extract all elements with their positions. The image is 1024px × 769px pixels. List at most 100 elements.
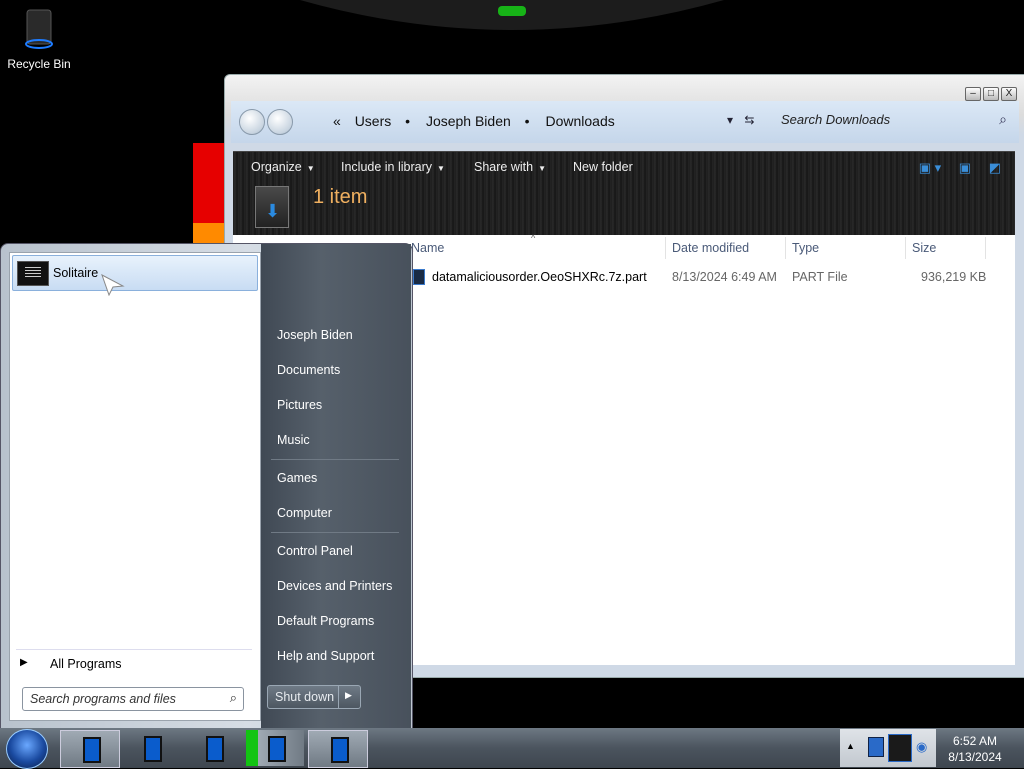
breadcrumb-separator: • [405,113,411,129]
taskbar-button[interactable] [60,730,120,768]
start-item-user[interactable]: Joseph Biden [277,328,353,342]
file-type: PART File [792,270,848,284]
recycle-bin-label: Recycle Bin [7,57,71,71]
pinned-program-solitaire[interactable]: Solitaire [12,255,258,296]
app-icon [206,736,224,762]
downloads-folder-icon: ⬇ [255,186,289,228]
help-icon[interactable]: ◩ [989,160,1001,175]
new-folder-button[interactable]: New folder [573,160,633,174]
app-icon [144,736,162,762]
share-with-menu[interactable]: Share with ▼ [474,160,546,174]
search-placeholder: Search Downloads [781,112,891,127]
back-button[interactable] [239,109,265,135]
history-dropdown-icon[interactable]: ▾ [727,113,733,127]
recycle-bin-shortcut[interactable]: Recycle Bin [4,6,74,71]
minimize-button[interactable]: – [965,87,981,101]
column-header-size[interactable]: Size [912,241,936,255]
file-icon [413,269,425,285]
all-programs-label: All Programs [50,657,122,671]
search-input[interactable]: Search Downloads ⌕ [779,109,1009,131]
divider [271,532,399,533]
column-divider[interactable] [905,237,906,259]
search-icon[interactable]: ⌕ [230,690,237,706]
share-with-label: Share with [474,160,534,174]
address-controls: ▾ ⇆ [727,113,754,127]
taskbar-button[interactable] [308,730,368,768]
file-date-modified: 8/13/2024 6:49 AM [672,270,777,284]
start-search-placeholder: Search programs and files [30,692,176,706]
start-item-help-and-support[interactable]: Help and Support [277,649,374,663]
app-icon [268,736,286,762]
chevron-down-icon: ▼ [306,164,315,173]
clock-time: 6:52 AM [952,734,998,748]
pinned-program-label: Solitaire [53,266,99,280]
start-item-default-programs[interactable]: Default Programs [277,614,374,628]
column-divider[interactable] [985,237,986,259]
taskbar-button[interactable] [184,730,242,766]
preview-pane-icon[interactable]: ▣ [959,160,971,175]
breadcrumb[interactable]: « Users • Joseph Biden • Downloads [333,113,625,129]
mouse-cursor-icon [101,274,125,296]
chevron-down-icon: ▼ [538,164,546,173]
arrow-right-icon: ▶ [20,657,28,668]
action-center-icon[interactable] [868,737,884,757]
start-item-devices-and-printers[interactable]: Devices and Printers [277,579,392,593]
clock[interactable]: 6:52 AM 8/13/2024 [940,733,1010,765]
tray-app-icon[interactable] [888,734,912,762]
start-button[interactable] [6,729,48,769]
start-menu-programs-pane: Solitaire ▶ All Programs Search programs… [9,252,261,721]
column-header-name[interactable]: Name [411,241,444,255]
command-bar: Organize ▼ Include in library ▼ Share with… [233,151,1015,236]
maximize-button[interactable]: □ [983,87,999,101]
column-header-type[interactable]: Type [792,241,819,255]
app-icon [83,737,101,763]
breadcrumb-users[interactable]: Users [355,113,392,129]
organize-menu[interactable]: Organize ▼ [251,160,315,174]
window-controls: – □ X [963,85,1017,101]
start-search-input[interactable]: Search programs and files ⌕ [22,687,244,711]
taskbar-button[interactable] [246,730,304,766]
start-menu: Solitaire ▶ All Programs Search programs… [0,243,413,730]
include-in-library-menu[interactable]: Include in library ▼ [341,160,445,174]
chevron-down-icon: ▼ [437,164,445,173]
start-item-games[interactable]: Games [277,471,317,485]
view-controls: ▣ ▾ ▣ ◩ [905,160,1001,176]
app-icon [331,737,349,763]
recycle-bin-icon [25,9,53,49]
breadcrumb-overflow[interactable]: « [333,113,341,129]
start-item-pictures[interactable]: Pictures [277,398,322,412]
start-item-music[interactable]: Music [277,433,310,447]
show-hidden-icons-icon[interactable]: ▲ [846,741,855,751]
shutdown-button[interactable]: Shut down ▶ [267,685,361,709]
file-size: 936,219 KB [921,270,987,284]
breadcrumb-separator: • [524,113,530,129]
start-item-documents[interactable]: Documents [277,363,340,377]
start-item-computer[interactable]: Computer [277,506,332,520]
divider [338,686,339,708]
divider [16,649,252,650]
all-programs-button[interactable]: ▶ All Programs [12,651,256,675]
column-divider[interactable] [665,237,666,259]
system-tray: ▲ ◉ [840,729,936,767]
address-bar: « Users • Joseph Biden • Downloads ▾ ⇆ S… [231,101,1019,143]
start-menu-places-pane: Joseph Biden Documents Pictures Music Ga… [261,244,411,729]
include-in-library-label: Include in library [341,160,433,174]
breadcrumb-downloads[interactable]: Downloads [545,113,614,129]
taskbar-button[interactable] [122,730,180,766]
sort-ascending-icon: ^ [531,233,536,243]
solitaire-icon [17,261,49,286]
network-icon[interactable]: ◉ [916,739,927,755]
file-name[interactable]: datamaliciousorder.OeoSHXRc.7z.part [432,270,647,284]
shutdown-options-arrow-icon[interactable]: ▶ [345,690,352,701]
change-view-icon[interactable]: ▣ ▾ [919,160,941,175]
search-icon[interactable]: ⌕ [999,111,1007,128]
shutdown-label: Shut down [275,690,335,704]
column-divider[interactable] [785,237,786,259]
forward-button[interactable] [267,109,293,135]
start-item-control-panel[interactable]: Control Panel [277,544,353,558]
organize-label: Organize [251,160,302,174]
refresh-icon[interactable]: ⇆ [744,113,754,127]
close-button[interactable]: X [1001,87,1017,101]
column-header-date-modified[interactable]: Date modified [672,241,749,255]
breadcrumb-user[interactable]: Joseph Biden [426,113,511,129]
